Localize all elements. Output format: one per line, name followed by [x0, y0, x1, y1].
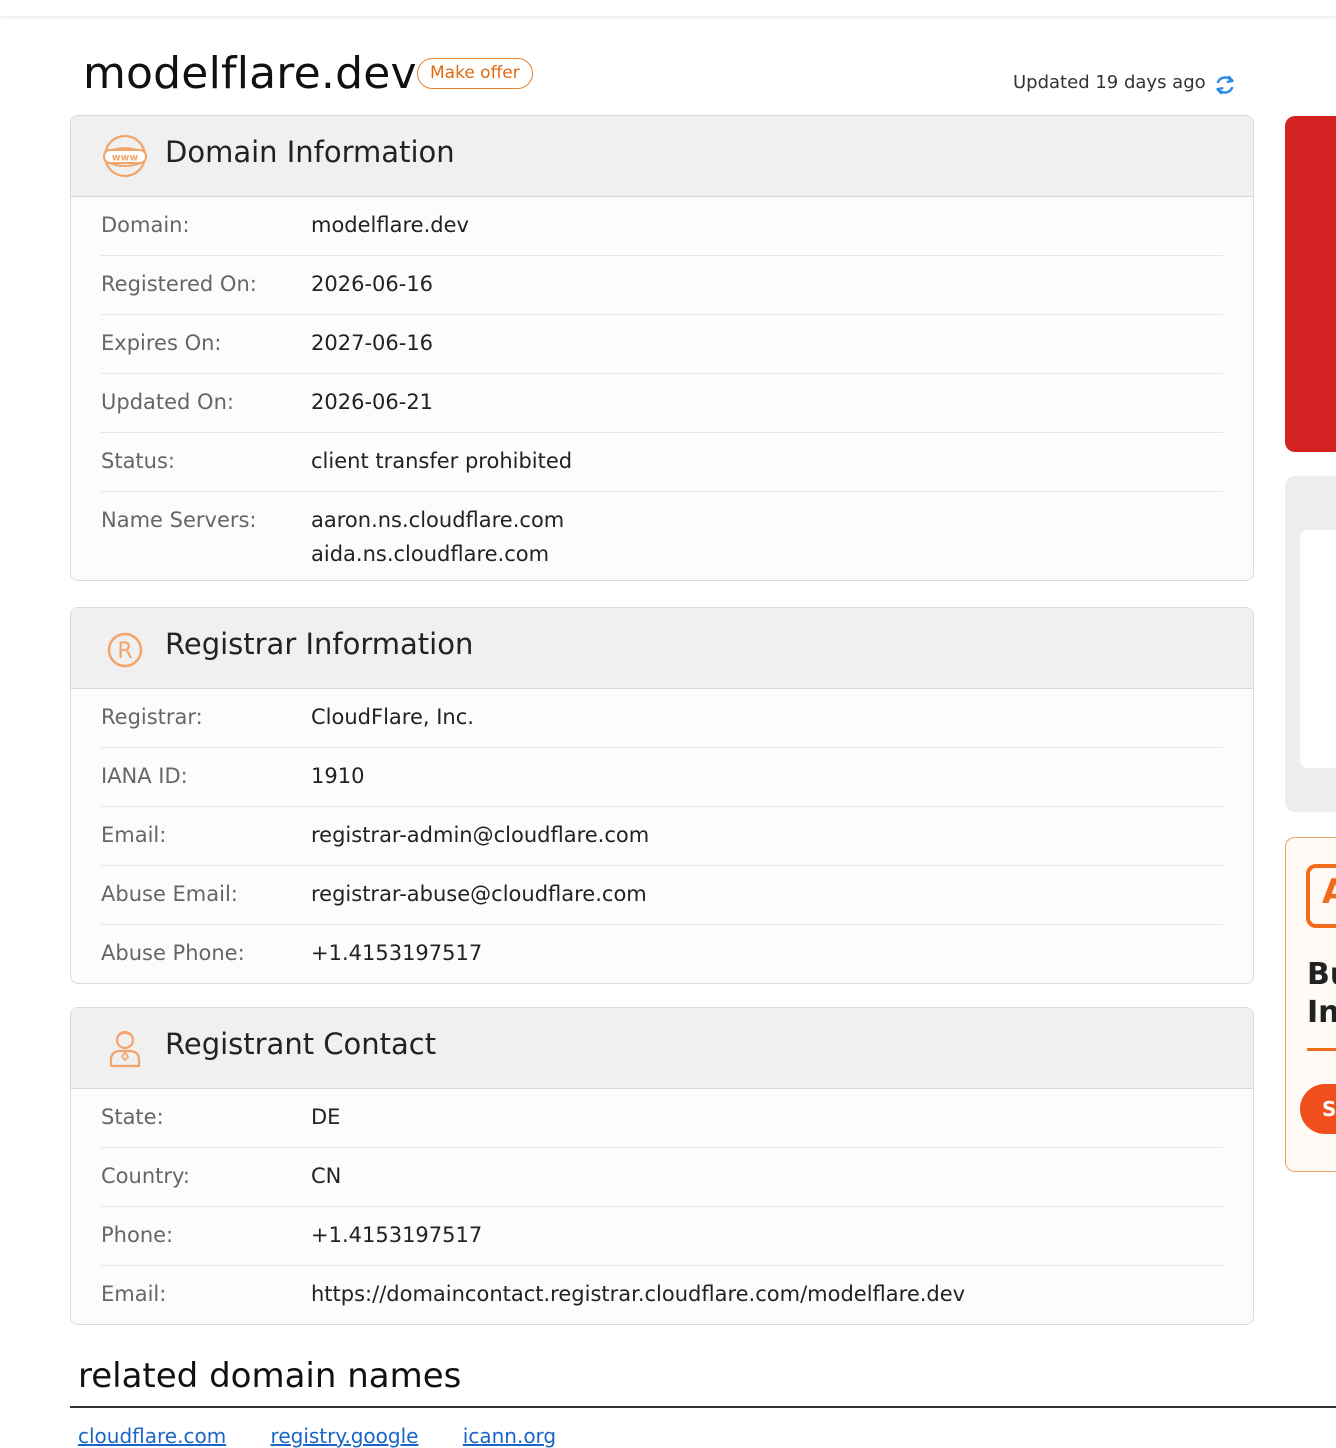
card-header: R Registrar Information [71, 608, 1253, 689]
row-value: +1.4153197517 [311, 941, 483, 965]
info-row: Country: CN [101, 1148, 1223, 1207]
info-row: Name Servers: aaron.ns.cloudflare.com ai… [101, 492, 1223, 580]
promo-card[interactable]: A Bu In S [1285, 837, 1336, 1172]
card-header: www Domain Information [71, 116, 1253, 197]
row-label: IANA ID: [101, 764, 188, 788]
info-row: Phone: +1.4153197517 [101, 1207, 1223, 1266]
row-value: aaron.ns.cloudflare.com aida.ns.cloudfla… [311, 504, 564, 570]
www-icon: www [103, 134, 147, 178]
card-title: Domain Information [165, 135, 455, 169]
card-header: Registrant Contact [71, 1008, 1253, 1089]
registrant-contact-card: Registrant Contact State: DE Country: CN… [70, 1007, 1254, 1325]
row-value: CloudFlare, Inc. [311, 705, 474, 729]
row-value: +1.4153197517 [311, 1223, 483, 1247]
registered-icon: R [107, 632, 143, 668]
divider [70, 1406, 1336, 1408]
person-icon [109, 1030, 141, 1068]
row-value: client transfer prohibited [311, 449, 573, 473]
row-value: registrar-abuse@cloudflare.com [311, 882, 647, 906]
info-row: Email: https://domaincontact.registrar.c… [101, 1266, 1223, 1324]
row-value: registrar-admin@cloudflare.com [311, 823, 650, 847]
row-value: 2026-06-21 [311, 390, 434, 414]
row-value: 2026-06-16 [311, 272, 434, 296]
info-row: Abuse Phone: +1.4153197517 [101, 925, 1223, 983]
row-label: Registered On: [101, 272, 257, 296]
row-label: Phone: [101, 1223, 174, 1247]
top-bar [0, 0, 1336, 16]
promo-text-line: In [1307, 995, 1336, 1030]
row-label: State: [101, 1105, 164, 1129]
domain-information-card: www Domain Information Domain: modelflar… [70, 115, 1254, 581]
info-row: Expires On: 2027-06-16 [101, 315, 1223, 374]
promo-divider [1307, 1048, 1336, 1051]
registrar-information-card: R Registrar Information Registrar: Cloud… [70, 607, 1254, 984]
row-value: https://domaincontact.registrar.cloudfla… [311, 1282, 966, 1306]
promo-text: Bu In [1307, 956, 1336, 1032]
promo-logo-letter: A [1322, 872, 1336, 912]
row-label: Domain: [101, 213, 190, 237]
info-row: Status: client transfer prohibited [101, 433, 1223, 492]
info-row: State: DE [101, 1089, 1223, 1148]
row-value: 2027-06-16 [311, 331, 434, 355]
row-label: Name Servers: [101, 508, 257, 532]
name-server: aida.ns.cloudflare.com [311, 542, 550, 566]
ad-banner-inner [1300, 530, 1336, 768]
card-title: Registrant Contact [165, 1027, 437, 1061]
page-title: modelflare.dev [83, 48, 417, 99]
card-title: Registrar Information [165, 627, 474, 661]
row-label: Country: [101, 1164, 190, 1188]
row-label: Status: [101, 449, 175, 473]
info-row: Email: registrar-admin@cloudflare.com [101, 807, 1223, 866]
related-domains-heading: related domain names [78, 1356, 462, 1396]
related-domains-list: cloudflare.com registry.google icann.org [78, 1424, 594, 1448]
row-label: Abuse Phone: [101, 941, 245, 965]
row-value: CN [311, 1164, 342, 1188]
name-server: aaron.ns.cloudflare.com [311, 508, 565, 532]
row-label: Email: [101, 1282, 167, 1306]
related-domain-link[interactable]: registry.google [271, 1424, 419, 1448]
row-label: Updated On: [101, 390, 234, 414]
row-label: Email: [101, 823, 167, 847]
info-row: Updated On: 2026-06-21 [101, 374, 1223, 433]
info-row: Registered On: 2026-06-16 [101, 256, 1223, 315]
svg-text:R: R [117, 639, 132, 664]
promo-text-line: Bu [1307, 957, 1336, 992]
svg-text:www: www [112, 153, 139, 164]
row-value: 1910 [311, 764, 365, 788]
info-row: Registrar: CloudFlare, Inc. [101, 689, 1223, 748]
row-label: Expires On: [101, 331, 222, 355]
promo-button[interactable]: S [1300, 1084, 1336, 1134]
row-value: modelflare.dev [311, 213, 469, 237]
info-row: Abuse Email: registrar-abuse@cloudflare.… [101, 866, 1223, 925]
related-domain-link[interactable]: cloudflare.com [78, 1424, 226, 1448]
info-row: Domain: modelflare.dev [101, 197, 1223, 256]
refresh-icon[interactable] [1212, 72, 1238, 98]
row-label: Abuse Email: [101, 882, 238, 906]
related-domain-link[interactable]: icann.org [463, 1424, 556, 1448]
make-offer-button[interactable]: Make offer [417, 58, 533, 89]
ad-banner-red[interactable] [1285, 116, 1336, 452]
row-label: Registrar: [101, 705, 203, 729]
updated-text: Updated 19 days ago [1013, 72, 1206, 93]
info-row: IANA ID: 1910 [101, 748, 1223, 807]
row-value: DE [311, 1105, 341, 1129]
